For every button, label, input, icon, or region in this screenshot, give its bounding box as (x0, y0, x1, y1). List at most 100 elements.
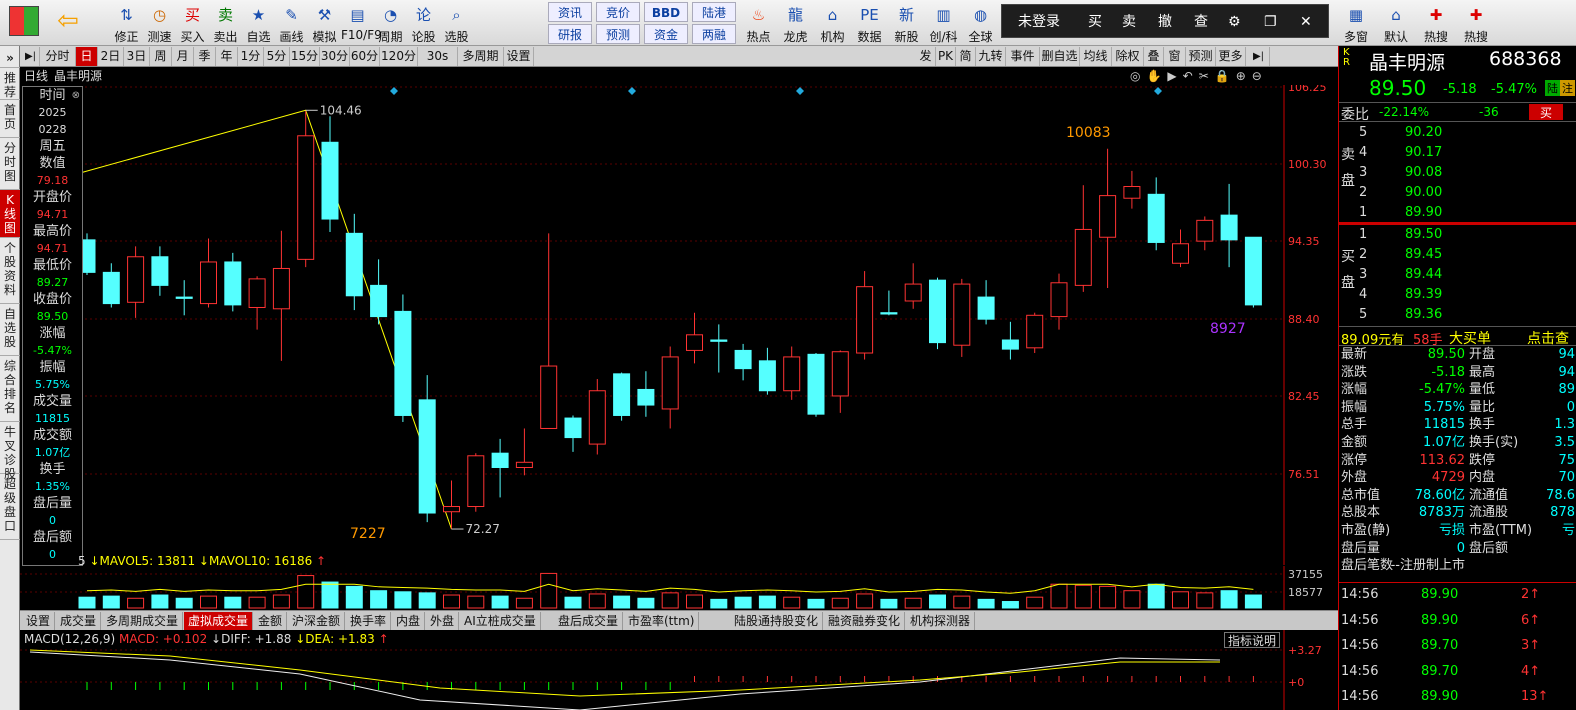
candle[interactable] (102, 263, 120, 308)
sidebar-item-4[interactable]: 个股资料 (0, 238, 20, 304)
sidebar-item-8[interactable]: 超级盘口 (0, 474, 20, 540)
candle[interactable] (345, 213, 363, 311)
candle[interactable] (370, 259, 388, 325)
period-tool-5[interactable]: 删自选 (1040, 47, 1080, 66)
period-tool-3[interactable]: 九转 (976, 47, 1006, 66)
info-btn-3[interactable]: 陆港 (692, 2, 736, 22)
candle[interactable] (297, 111, 315, 268)
toolbar-hammer-button[interactable]: ⚒ 模拟 (308, 0, 341, 46)
period-tab-3[interactable]: 3日 (124, 47, 150, 66)
candle[interactable] (1123, 170, 1141, 209)
period-tool-11[interactable]: 更多 (1216, 47, 1246, 66)
period-tab-11[interactable]: 30分 (320, 47, 350, 66)
candle[interactable] (977, 280, 995, 325)
sidebar-item-6[interactable]: 综合排名 (0, 356, 20, 422)
toolbar-pencil-button[interactable]: ✎ 画线 (275, 0, 308, 46)
candle[interactable] (904, 263, 922, 309)
home-logo[interactable] (4, 0, 44, 46)
settings-gear-icon[interactable]: ⚙ (1228, 5, 1241, 39)
indicator-tab-2[interactable]: 多周期成交量 (102, 612, 184, 630)
indicator-tab-13[interactable]: 融资融券变化 (824, 612, 906, 630)
period-tab-16[interactable]: 设置 (504, 47, 534, 66)
period-tab-0[interactable]: 分时 (40, 47, 76, 66)
candle[interactable] (224, 252, 242, 312)
period-tab-1[interactable]: 日 (76, 47, 98, 66)
candle[interactable] (127, 246, 145, 318)
candle[interactable] (1050, 273, 1068, 330)
period-tab-13[interactable]: 120分 (380, 47, 418, 66)
period-tab-12[interactable]: 60分 (350, 47, 380, 66)
bid-level-4[interactable]: 4 89.39 (1339, 286, 1576, 303)
candle[interactable] (953, 278, 971, 357)
indicator-tab-4[interactable]: 金额 (254, 612, 288, 630)
candle[interactable] (321, 116, 339, 233)
candle[interactable] (734, 343, 752, 381)
candle[interactable] (394, 294, 412, 422)
candle[interactable] (929, 277, 946, 350)
candle[interactable] (1026, 312, 1044, 354)
candle[interactable] (710, 324, 728, 373)
candle[interactable] (686, 312, 703, 364)
candle[interactable] (758, 347, 776, 395)
info-btn-6[interactable]: 资金 (644, 24, 688, 44)
candle[interactable] (443, 480, 460, 529)
indicator-tab-3[interactable]: 虚拟成交量 (184, 612, 254, 630)
toolbar-clock-button[interactable]: ◷ 测速 (143, 0, 176, 46)
info-btn-7[interactable]: 两融 (692, 24, 736, 44)
toolbar-new-stock-button[interactable]: 新新股 (888, 0, 925, 46)
period-tool-7[interactable]: 除权 (1112, 47, 1144, 66)
info-btn-5[interactable]: 预测 (596, 24, 640, 44)
ask-level-1[interactable]: 1 89.90 (1339, 204, 1576, 221)
period-tool-8[interactable]: 叠 (1144, 47, 1164, 66)
period-tab-14[interactable]: 30s (418, 47, 458, 66)
sidebar-item-7[interactable]: 牛叉诊股 (0, 422, 20, 481)
toolbar-bank-button[interactable]: ⌂ 机构 (814, 0, 851, 46)
candle[interactable] (540, 233, 558, 429)
toolbar-up-down-arrow-button[interactable]: ⇅ 修正 (110, 0, 143, 46)
period-tool-10[interactable]: 预测 (1186, 47, 1216, 66)
bid-level-3[interactable]: 3 89.44 (1339, 266, 1576, 283)
period-tab-9[interactable]: 5分 (264, 47, 290, 66)
info-btn-1[interactable]: 竞价 (596, 2, 640, 22)
indicator-tab-8[interactable]: 外盘 (426, 612, 460, 630)
candle[interactable] (1220, 183, 1238, 268)
query-button[interactable]: 查 (1194, 5, 1208, 39)
info-btn-2[interactable]: BBD (644, 2, 688, 22)
indicator-tab-5[interactable]: 沪深金额 (288, 612, 346, 630)
toolbar-home-button[interactable]: ⌂ 默认 (1376, 0, 1416, 46)
candle[interactable] (248, 276, 266, 330)
period-tool-9[interactable]: 窗 (1164, 47, 1186, 66)
candle[interactable] (1074, 185, 1092, 292)
candle[interactable] (807, 353, 825, 417)
close-icon[interactable]: ✕ (1300, 5, 1312, 39)
ask-level-5[interactable]: 5 90.20 (1339, 124, 1576, 141)
big-order-link[interactable]: 点击查 (1527, 328, 1569, 348)
sidebar-item-1[interactable]: 首页 (0, 100, 20, 138)
toolbar-star-folder-button[interactable]: ★ 自选 (242, 0, 275, 46)
candle[interactable] (418, 375, 436, 523)
candle[interactable] (272, 230, 290, 361)
indicator-tab-10[interactable]: 盘后成交量 (554, 612, 624, 630)
ask-level-2[interactable]: 2 90.00 (1339, 184, 1576, 201)
cancel-order-button[interactable]: 撤 (1158, 5, 1172, 39)
period-tool-2[interactable]: 简 (956, 47, 976, 66)
login-status[interactable]: 未登录 (1018, 5, 1060, 39)
sell-trade-button[interactable]: 卖 (1122, 5, 1136, 39)
period-tab-6[interactable]: 季 (194, 47, 216, 66)
indicator-tab-1[interactable]: 成交量 (56, 612, 102, 630)
period-more-arrow-icon[interactable]: ▶| (1248, 47, 1270, 66)
period-tab-2[interactable]: 2日 (98, 47, 124, 66)
candle[interactable] (175, 280, 193, 316)
toolbar-chat-button[interactable]: 论论股 (407, 0, 440, 46)
indicator-tab-0[interactable]: 设置 (22, 612, 56, 630)
candle[interactable] (515, 428, 533, 476)
toolbar-multi-window-button[interactable]: ▦ 多窗 (1336, 0, 1376, 46)
candle[interactable] (491, 438, 509, 498)
candle[interactable] (831, 350, 849, 413)
sidebar-item-0[interactable]: 推荐 (0, 68, 20, 100)
chart-tools-icons[interactable]: ◎✋▶↶✂🔒⊕⊖ (1130, 67, 1268, 85)
candle[interactable] (1147, 177, 1165, 251)
period-tab-15[interactable]: 多周期 (458, 47, 504, 66)
candle[interactable] (880, 290, 898, 316)
info-close-icon[interactable]: ⊗ (72, 87, 80, 104)
